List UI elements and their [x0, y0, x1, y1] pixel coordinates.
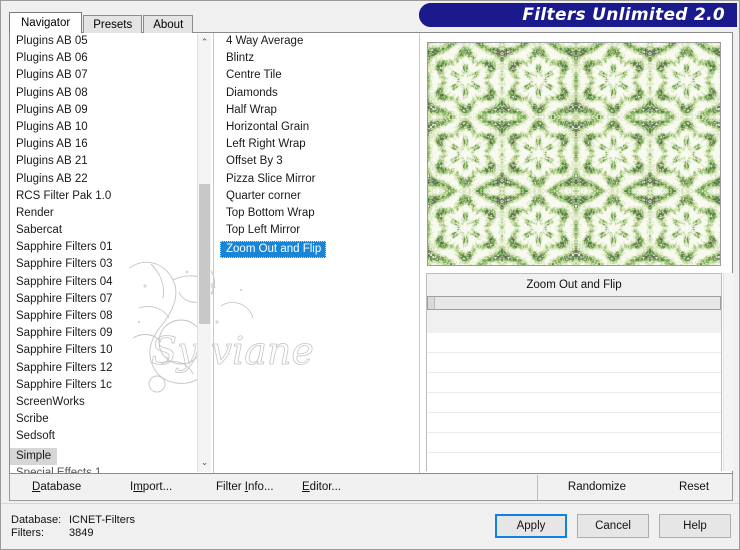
title-banner: Filters Unlimited 2.0	[419, 3, 737, 27]
parameter-rows	[427, 333, 721, 471]
category-item[interactable]: Sapphire Filters 04	[10, 274, 207, 291]
status-bar: Database: ICNET-Filters Filters: 3849 Ap…	[1, 503, 739, 549]
parameter-row	[427, 353, 721, 373]
filter-item[interactable]: Half Wrap	[220, 102, 410, 119]
filter-item[interactable]: Quarter corner	[220, 188, 410, 205]
status-info: Database: ICNET-Filters Filters: 3849	[11, 514, 135, 540]
parameter-spacer	[427, 310, 721, 333]
slider-knob[interactable]	[428, 297, 435, 309]
tab-presets[interactable]: Presets	[83, 15, 143, 33]
parameter-row	[427, 413, 721, 433]
parameter-row	[427, 333, 721, 353]
list-divider-right	[419, 33, 420, 473]
filter-item[interactable]: Horizontal Grain	[220, 119, 410, 136]
menu-randomize[interactable]: Randomize	[538, 481, 656, 493]
category-item[interactable]: Sapphire Filters 12	[10, 360, 207, 377]
filters-value: 3849	[69, 527, 94, 539]
filter-item[interactable]: Centre Tile	[220, 67, 410, 84]
menu-filter-info[interactable]: Filter Info...	[216, 481, 302, 493]
category-item[interactable]: Sapphire Filters 01	[10, 239, 207, 256]
filter-item[interactable]: Top Left Mirror	[220, 222, 410, 239]
category-list[interactable]: Plugins AB 05 Plugins AB 06 Plugins AB 07 P…	[10, 33, 207, 473]
database-label: Database:	[11, 514, 62, 526]
tab-about-label: About	[153, 19, 184, 31]
scroll-up-icon[interactable]: ⌃	[198, 36, 211, 50]
list-divider-left	[213, 33, 214, 473]
category-item-clipped[interactable]: Special Effects 1	[10, 465, 207, 473]
category-item[interactable]: RCS Filter Pak 1.0	[10, 188, 207, 205]
filter-item[interactable]: Diamonds	[220, 85, 410, 102]
category-item[interactable]: Sapphire Filters 1c	[10, 377, 207, 394]
filter-item[interactable]: Zoom Out and Flip	[220, 241, 327, 259]
parameter-row	[427, 373, 721, 393]
category-item[interactable]: Sapphire Filters 07	[10, 291, 207, 308]
category-item[interactable]: Plugins AB 21	[10, 153, 207, 170]
filters-unlimited-window: Filters Unlimited 2.0 Navigator Presets …	[0, 0, 740, 550]
tab-navigator[interactable]: Navigator	[9, 12, 83, 33]
filter-item[interactable]: 4 Way Average	[220, 33, 410, 50]
category-item[interactable]: Render	[10, 205, 207, 222]
help-button[interactable]: Help	[659, 514, 731, 538]
category-item[interactable]: Plugins AB 07	[10, 67, 207, 84]
tab-about[interactable]: About	[143, 15, 194, 33]
category-item[interactable]: Sabercat	[10, 222, 207, 239]
parameter-slider[interactable]	[427, 296, 721, 310]
banner-title: Filters Unlimited 2.0	[522, 5, 725, 25]
parameter-row	[427, 393, 721, 413]
filter-item[interactable]: Offset By 3	[220, 153, 410, 170]
filters-label: Filters:	[11, 527, 44, 539]
category-item[interactable]: Plugins AB 05	[10, 33, 207, 50]
tab-presets-label: Presets	[93, 19, 133, 31]
menu-import[interactable]: Import...	[130, 481, 216, 493]
category-item[interactable]: Sapphire Filters 09	[10, 325, 207, 342]
filter-list[interactable]: 4 Way Average Blintz Centre Tile Diamonds Ha…	[220, 33, 410, 473]
category-item[interactable]: Plugins AB 09	[10, 102, 207, 119]
scrollbar-thumb[interactable]	[199, 184, 210, 324]
filter-item[interactable]: Pizza Slice Mirror	[220, 171, 410, 188]
category-item[interactable]: Sapphire Filters 03	[10, 256, 207, 273]
preview-pane[interactable]	[427, 42, 721, 266]
filter-item[interactable]: Blintz	[220, 50, 410, 67]
category-item[interactable]: Sedsoft	[10, 428, 207, 445]
parameter-row	[427, 453, 721, 471]
filter-item[interactable]: Top Bottom Wrap	[220, 205, 410, 222]
category-item[interactable]: Plugins AB 06	[10, 50, 207, 67]
filter-item[interactable]: Left Right Wrap	[220, 136, 410, 153]
category-item[interactable]: Plugins AB 08	[10, 85, 207, 102]
preview-image	[428, 43, 720, 265]
parameter-scrollbar[interactable]	[723, 273, 734, 471]
category-item[interactable]: ScreenWorks	[10, 394, 207, 411]
menu-editor[interactable]: Editor...	[302, 481, 537, 493]
category-item[interactable]: Plugins AB 22	[10, 171, 207, 188]
category-item[interactable]: Plugins AB 10	[10, 119, 207, 136]
scroll-down-icon[interactable]: ⌄	[198, 456, 211, 470]
category-item[interactable]: Simple	[10, 447, 58, 465]
apply-button[interactable]: Apply	[495, 514, 567, 538]
menu-database[interactable]: Database	[32, 481, 130, 493]
command-menu-strip: Database Import... Filter Info... Editor…	[9, 474, 733, 501]
category-item[interactable]: Scribe	[10, 411, 207, 428]
cancel-button[interactable]: Cancel	[577, 514, 649, 538]
parameter-title: Zoom Out and Flip	[427, 274, 721, 296]
menu-reset[interactable]: Reset	[656, 481, 732, 493]
parameter-row	[427, 433, 721, 453]
tab-navigator-label: Navigator	[21, 17, 71, 29]
parameter-panel: Zoom Out and Flip	[426, 273, 722, 471]
category-list-scrollbar[interactable]: ⌃ ⌄	[197, 34, 211, 472]
category-item[interactable]: Sapphire Filters 10	[10, 342, 207, 359]
database-value: ICNET-Filters	[69, 514, 135, 526]
tab-bar: Navigator Presets About	[9, 12, 194, 33]
dialog-button-row: Apply Cancel Help	[495, 514, 731, 538]
category-item[interactable]: Sapphire Filters 08	[10, 308, 207, 325]
category-item[interactable]: Plugins AB 16	[10, 136, 207, 153]
